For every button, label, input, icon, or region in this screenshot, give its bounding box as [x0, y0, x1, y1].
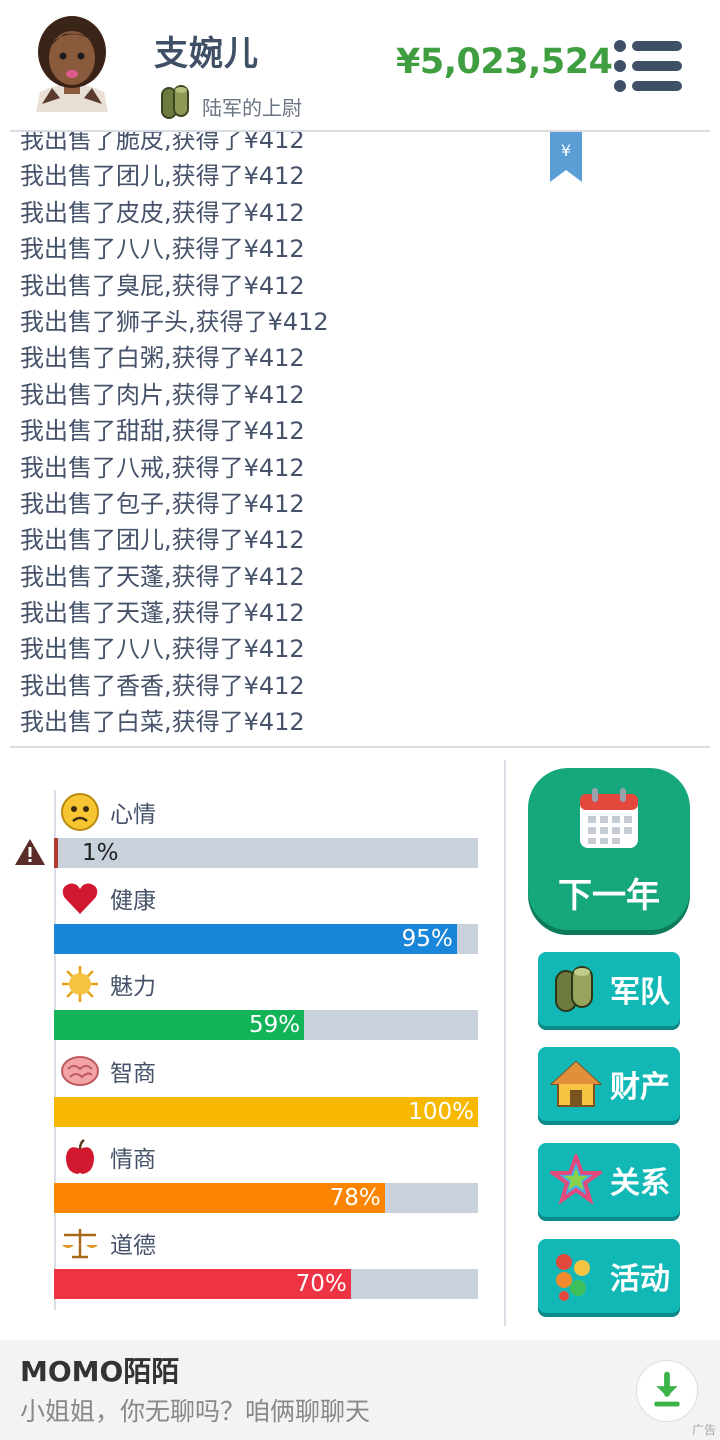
apple-icon — [60, 1137, 100, 1177]
panel-divider — [504, 760, 506, 1326]
yen-bookmark-icon[interactable]: ¥ — [548, 132, 584, 184]
player-name: 支婉儿 — [154, 34, 259, 74]
log-divider — [10, 746, 710, 748]
log-entry: 我出售了天蓬,获得了¥412 — [20, 599, 305, 628]
stat-label: 健康 — [110, 888, 156, 914]
relations-label: 关系 — [610, 1166, 670, 1201]
avatar[interactable] — [26, 8, 118, 112]
stat-bar-fill — [54, 838, 58, 868]
log-entry: 我出售了香香,获得了¥412 — [20, 671, 305, 700]
stat-label: 智商 — [110, 1061, 156, 1087]
log-entry: 我出售了白粥,获得了¥412 — [20, 344, 305, 373]
star-icon — [550, 1154, 602, 1205]
stat-bar-fill: 95% — [54, 924, 457, 954]
sad-face-icon — [60, 792, 100, 832]
log-entry: 我出售了包子,获得了¥412 — [20, 489, 305, 518]
log-entry: 我出售了团儿,获得了¥412 — [20, 526, 305, 555]
stat-label: 道德 — [110, 1233, 156, 1259]
stat-label: 心情 — [110, 802, 156, 828]
log-entry: 我出售了脆皮,获得了¥412 — [20, 132, 305, 154]
army-rank-icon — [161, 85, 189, 119]
stat-percent: 95% — [401, 926, 453, 952]
log-entry: 我出售了臭屁,获得了¥412 — [20, 271, 305, 300]
log-entry: 我出售了团儿,获得了¥412 — [20, 162, 305, 191]
log-entry: 我出售了狮子头,获得了¥412 — [20, 307, 329, 336]
stat-percent: 78% — [329, 1185, 381, 1211]
dots-icon — [556, 1254, 590, 1301]
activities-button[interactable]: 活动 — [538, 1239, 680, 1313]
event-log-list: 我出售了脆皮,获得了¥412 我出售了团儿,获得了¥412 我出售了皮皮,获得了¥4… — [20, 132, 329, 741]
stat-bar: 78% — [54, 1183, 478, 1213]
stat-bar: 59% — [54, 1010, 478, 1040]
stat-header: 道德 — [60, 1223, 156, 1263]
property-button[interactable]: 财产 — [538, 1047, 680, 1121]
stat-label: 魅力 — [110, 974, 156, 1000]
stat-bar-fill: 100% — [54, 1097, 478, 1127]
stat-header: 健康 — [60, 878, 156, 918]
stat-percent: 70% — [295, 1271, 347, 1297]
stat-bar: 1% — [54, 838, 478, 868]
stat-percent: 1% — [82, 840, 119, 866]
ad-title: MOMO陌陌 — [20, 1355, 180, 1388]
stat-header: 魅力 — [60, 964, 156, 1004]
calendar-icon — [580, 788, 638, 848]
property-label: 财产 — [610, 1070, 670, 1105]
sun-icon — [60, 964, 100, 1004]
stat-header: 情商 — [60, 1137, 156, 1177]
ad-banner[interactable]: MOMO陌陌 小姐姐，你无聊吗？咱俩聊聊天 广告 — [0, 1340, 720, 1440]
money-balance: ¥5,023,524 — [396, 42, 613, 82]
army-button[interactable]: 军队 — [538, 952, 680, 1026]
log-entry: 我出售了白菜,获得了¥412 — [20, 708, 305, 737]
next-year-button[interactable]: 下一年 — [528, 768, 690, 930]
warning-icon — [15, 839, 45, 865]
svg-text:¥: ¥ — [561, 141, 571, 160]
log-entry: 我出售了肉片,获得了¥412 — [20, 380, 305, 409]
ad-subtitle: 小姐姐，你无聊吗？咱俩聊聊天 — [20, 1397, 371, 1426]
scales-icon — [60, 1223, 100, 1263]
log-entry: 我出售了八八,获得了¥412 — [20, 635, 305, 664]
stat-percent: 100% — [408, 1099, 474, 1125]
rank-label: 陆军的上尉 — [202, 96, 302, 120]
log-entry: 我出售了八戒,获得了¥412 — [20, 453, 305, 482]
stat-bar: 95% — [54, 924, 478, 954]
header: 支婉儿 陆军的上尉 ¥5,023,524 — [0, 0, 720, 130]
stat-bar-fill: 70% — [54, 1269, 351, 1299]
log-entry: 我出售了皮皮,获得了¥412 — [20, 198, 305, 227]
menu-icon[interactable] — [612, 38, 684, 94]
stat-bar: 100% — [54, 1097, 478, 1127]
log-entry: 我出售了甜甜,获得了¥412 — [20, 417, 305, 446]
stat-label: 情商 — [110, 1147, 156, 1173]
army-icon — [555, 966, 593, 1012]
stat-bar-fill: 59% — [54, 1010, 305, 1040]
relations-button[interactable]: 关系 — [538, 1143, 680, 1217]
log-entry: 我出售了天蓬,获得了¥412 — [20, 562, 305, 591]
log-entry: 我出售了八八,获得了¥412 — [20, 235, 305, 264]
download-icon[interactable] — [636, 1360, 698, 1422]
stat-percent: 59% — [249, 1012, 301, 1038]
next-year-label: 下一年 — [558, 876, 660, 916]
brain-icon — [60, 1051, 100, 1091]
house-icon — [550, 1060, 602, 1107]
stats-axis-line — [54, 790, 56, 1310]
stat-bar-fill: 78% — [54, 1183, 385, 1213]
stat-header: 智商 — [60, 1051, 156, 1091]
heart-icon — [60, 878, 100, 918]
army-label: 军队 — [610, 975, 670, 1010]
stat-header: 心情 — [60, 792, 156, 832]
event-log[interactable]: 我出售了脆皮,获得了¥412 我出售了团儿,获得了¥412 我出售了皮皮,获得了¥4… — [0, 132, 720, 746]
ad-badge: 广告 — [691, 1423, 716, 1437]
stat-bar: 70% — [54, 1269, 478, 1299]
activities-label: 活动 — [610, 1262, 670, 1297]
